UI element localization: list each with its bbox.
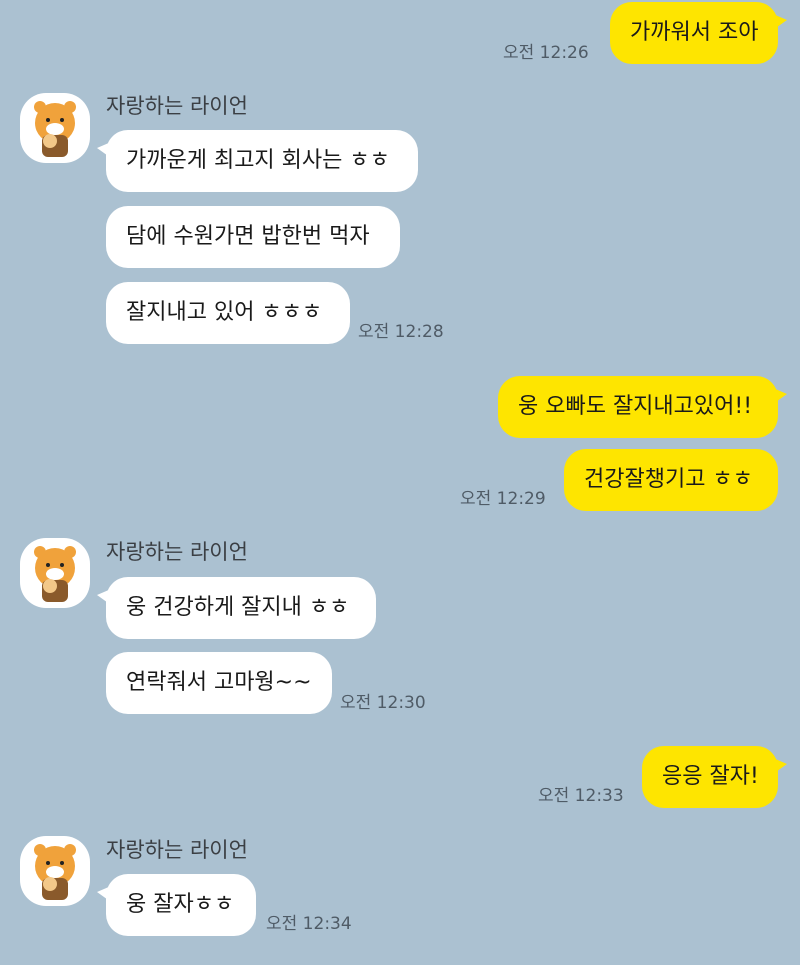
message-timestamp: 오전 12:34 (266, 914, 352, 934)
profile-avatar-icon[interactable] (20, 836, 90, 906)
message-timestamp: 오전 12:26 (503, 43, 589, 63)
received-message-bubble[interactable]: 담에 수원가면 밥한번 먹자 (106, 206, 400, 268)
my-message-bubble[interactable]: 웅 오빠도 잘지내고있어!! (498, 376, 787, 438)
my-message-bubble[interactable]: 건강잘챙기고 ㅎㅎ (564, 449, 778, 511)
profile-avatar-icon[interactable] (20, 93, 90, 163)
message-timestamp: 오전 12:28 (358, 322, 444, 342)
sender-name: 자랑하는 라이언 (106, 540, 248, 564)
message-timestamp: 오전 12:33 (538, 786, 624, 806)
received-message-bubble[interactable]: 웅 잘자ㅎㅎ (97, 874, 256, 936)
message-timestamp: 오전 12:29 (460, 489, 546, 509)
sender-name: 자랑하는 라이언 (106, 94, 248, 118)
received-message-bubble[interactable]: 잘지내고 있어 ㅎㅎㅎ (106, 282, 350, 344)
received-message-bubble[interactable]: 가까운게 최고지 회사는 ㅎㅎ (97, 130, 418, 192)
message-timestamp: 오전 12:30 (340, 693, 426, 713)
received-message-bubble[interactable]: 연락줘서 고마웡~~ (106, 652, 332, 714)
sender-name: 자랑하는 라이언 (106, 838, 248, 862)
my-message-bubble[interactable]: 응응 잘자! (642, 746, 787, 808)
profile-avatar-icon[interactable] (20, 538, 90, 608)
received-message-bubble[interactable]: 웅 건강하게 잘지내 ㅎㅎ (97, 577, 376, 639)
my-message-bubble[interactable]: 가까워서 조아 (610, 2, 787, 64)
